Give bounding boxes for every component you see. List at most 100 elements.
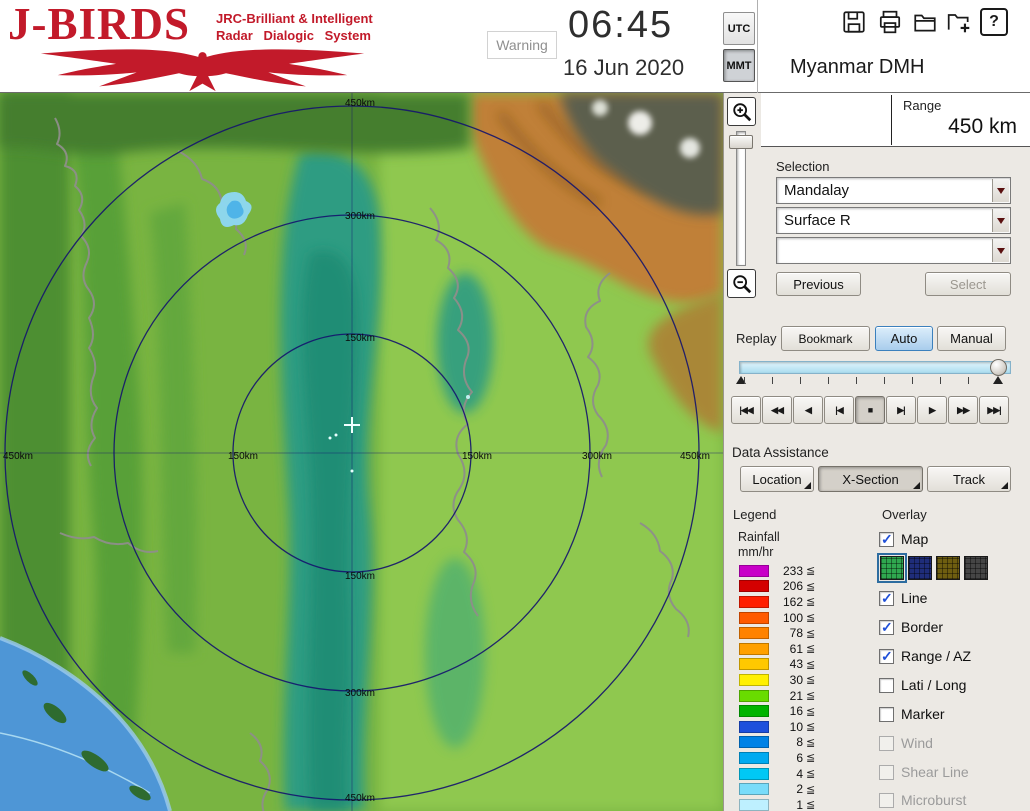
legend-color-swatch <box>739 798 769 811</box>
fast-forward-button[interactable]: ▶▶ <box>948 396 978 424</box>
fast-rewind-button[interactable]: ◀◀ <box>762 396 792 424</box>
lati-long-checkbox[interactable] <box>879 677 894 693</box>
radar-map[interactable]: 450km 300km 150km 150km 300km 450km 450k… <box>0 93 723 811</box>
legend-value: 8 <box>796 735 803 750</box>
warning-label: Warning <box>496 37 548 53</box>
bookmark-button[interactable]: Bookmark <box>781 326 870 351</box>
border-checkbox[interactable] <box>879 619 894 636</box>
extra-dropdown-button[interactable] <box>992 239 1009 262</box>
location-button[interactable]: Location <box>740 466 814 492</box>
import-data-button[interactable] <box>945 8 973 36</box>
app-logo: J-BIRDS JRC-Brilliant & Intelligent Rada… <box>8 0 428 92</box>
legend-suffix: ≦ <box>806 674 816 687</box>
product-dropdown[interactable]: Surface R <box>776 207 1011 234</box>
range-az-checkbox[interactable] <box>879 648 894 665</box>
range-divider <box>891 95 892 145</box>
step-forward-button[interactable]: ▶| <box>886 396 916 424</box>
rainfall-legend: 233 ≦ 206 ≦ 162 ≦ 100 ≦ 78 ≦ 61 ≦ 43 ≦ 30 ≦ 21 ≦ … <box>739 563 859 811</box>
ring-label: 450km <box>345 98 375 109</box>
open-file-button[interactable] <box>911 8 939 36</box>
legend-color-swatch <box>739 751 769 764</box>
map-style-green-swatch[interactable] <box>877 553 907 583</box>
stop-button[interactable]: ■ <box>855 396 885 424</box>
legend-suffix: ≦ <box>806 752 816 765</box>
legend-color-swatch <box>739 673 769 686</box>
microburst-checkbox[interactable] <box>879 792 894 808</box>
skip-to-start-button[interactable]: |◀◀ <box>731 396 761 424</box>
save-button[interactable] <box>840 8 868 36</box>
site-dropdown[interactable]: Mandalay <box>776 177 1011 204</box>
overlay-row-wind[interactable]: Wind <box>879 733 1029 753</box>
site-dropdown-button[interactable] <box>992 179 1009 202</box>
overlay-label: Microburst <box>901 792 967 808</box>
extra-dropdown[interactable] <box>776 237 1011 264</box>
auto-button[interactable]: Auto <box>875 326 933 351</box>
legend-value: 43 <box>789 657 803 672</box>
save-icon <box>843 11 865 33</box>
ring-label: 150km <box>462 451 492 462</box>
zoom-in-button[interactable] <box>727 97 756 126</box>
replay-slider-track[interactable] <box>739 361 1011 374</box>
overlay-row-lati-long[interactable]: Lati / Long <box>879 675 1029 695</box>
product-dropdown-button[interactable] <box>992 209 1009 232</box>
replay-slider-thumb[interactable] <box>990 359 1007 376</box>
overlay-row-line[interactable]: Line <box>879 588 1029 608</box>
marker-checkbox[interactable] <box>879 706 894 722</box>
ring-label: 150km <box>345 333 375 344</box>
legend-value: 1 <box>796 797 803 811</box>
print-button[interactable] <box>876 8 904 36</box>
legend-row: 78 ≦ <box>739 625 859 641</box>
utc-toggle-button[interactable]: UTC <box>723 12 755 45</box>
legend-value: 2 <box>796 782 803 797</box>
overlay-row-shear-line[interactable]: Shear Line <box>879 762 1029 782</box>
play-button[interactable]: ▶ <box>917 396 947 424</box>
select-button[interactable]: Select <box>925 272 1011 296</box>
chevron-down-icon <box>997 187 1005 194</box>
play-reverse-button[interactable]: ◀ <box>793 396 823 424</box>
legend-row: 2 ≦ <box>739 781 859 797</box>
legend-value: 233 <box>782 563 803 578</box>
legend-suffix: ≦ <box>806 627 816 640</box>
chevron-down-icon <box>997 247 1005 254</box>
legend-row: 16 ≦ <box>739 703 859 719</box>
wind-checkbox[interactable] <box>879 735 894 751</box>
map-checkbox[interactable] <box>879 531 894 548</box>
zoom-slider-track[interactable] <box>736 131 746 266</box>
map-style-gray-swatch[interactable] <box>964 556 988 580</box>
legend-suffix: ≦ <box>806 783 816 796</box>
shear-line-checkbox[interactable] <box>879 764 894 780</box>
overlay-row-marker[interactable]: Marker <box>879 704 1029 724</box>
xsection-button-label: X-Section <box>842 471 899 487</box>
ring-label: 150km <box>228 451 258 462</box>
magnifier-minus-icon <box>732 274 751 293</box>
overlay-row-microburst[interactable]: Microburst <box>879 790 1029 810</box>
map-style-swatches <box>877 553 988 583</box>
overlay-label: Marker <box>901 706 945 722</box>
overlay-label: Map <box>901 531 929 547</box>
help-button[interactable]: ? <box>980 8 1008 36</box>
legend-color-swatch <box>739 705 769 718</box>
previous-button[interactable]: Previous <box>776 272 861 296</box>
zoom-slider-thumb[interactable] <box>729 135 753 149</box>
map-style-navy-swatch[interactable] <box>908 556 932 580</box>
track-button[interactable]: Track <box>927 466 1011 492</box>
legend-color-swatch <box>739 689 769 702</box>
legend-color-swatch <box>739 627 769 640</box>
line-checkbox[interactable] <box>879 590 894 607</box>
skip-to-end-button[interactable]: ▶▶| <box>979 396 1009 424</box>
magnifier-plus-icon <box>732 102 751 121</box>
xsection-button[interactable]: X-Section <box>818 466 923 492</box>
legend-suffix: ≦ <box>806 565 816 578</box>
step-back-button[interactable]: |◀ <box>824 396 854 424</box>
manual-button[interactable]: Manual <box>937 326 1006 351</box>
map-style-olive-swatch[interactable] <box>936 556 960 580</box>
overlay-label: Range / AZ <box>901 648 972 664</box>
zoom-out-button[interactable] <box>727 269 756 298</box>
clock-date: 16 Jun 2020 <box>563 55 685 80</box>
overlay-row-map[interactable]: Map <box>879 529 1029 549</box>
overlay-row-border[interactable]: Border <box>879 617 1029 637</box>
legend-color-swatch <box>739 767 769 780</box>
mmt-toggle-button[interactable]: MMT <box>723 49 755 82</box>
overlay-row-range-az[interactable]: Range / AZ <box>879 646 1029 666</box>
warning-indicator[interactable]: Warning <box>487 31 557 59</box>
